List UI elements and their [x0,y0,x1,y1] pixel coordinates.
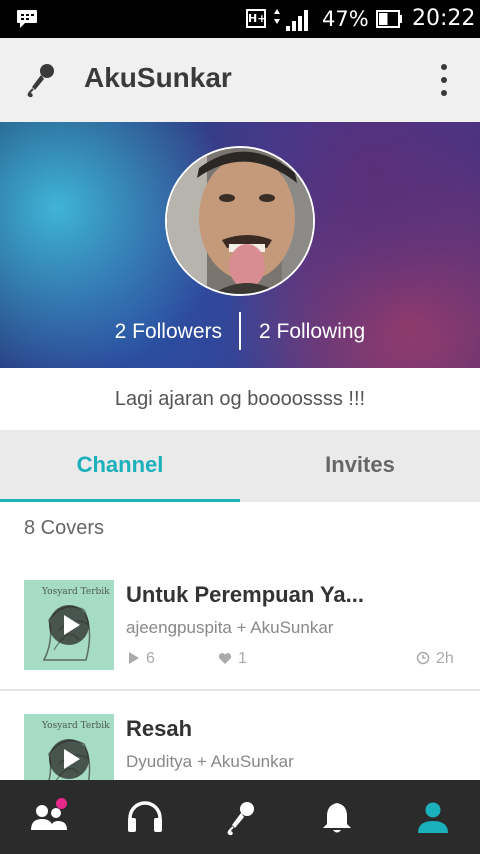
cover-title: Untuk Perempuan Ya... [126,582,365,607]
stats-divider [239,312,241,350]
cover-artists: ajeengpuspita + AkuSunkar [126,618,334,637]
cover-age: 2h [416,650,454,668]
cover-title: Resah [126,716,193,741]
status-bar: H+ 47% 20:22 [0,0,480,38]
cover-artists: Dyuditya + AkuSunkar [126,752,294,771]
tab-bar: Channel Invites [0,430,480,502]
network-type: H+ [246,9,266,28]
clock: 20:22 [412,6,476,31]
nav-notifications[interactable] [288,780,384,854]
plays-count: 6 [128,650,155,668]
cover-thumbnail[interactable]: Yosyard Terbik [24,580,114,670]
age-value: 2h [436,650,454,667]
battery-percent: 47% [322,7,369,31]
nav-people[interactable] [0,780,96,854]
profile-bio: Lagi ajaran og boooossss !!! [0,368,480,430]
followers-count[interactable]: 2 Followers [115,320,222,344]
bbm-icon [17,10,37,28]
list-item[interactable]: Yosyard Terbik Untuk Perempuan Ya... aje… [0,580,480,704]
profile-icon [418,802,448,833]
play-icon[interactable] [49,739,89,779]
nav-profile[interactable] [384,780,480,854]
play-icon[interactable] [49,605,89,645]
microphone-icon [227,802,254,836]
microphone-icon[interactable] [24,62,58,98]
profile-header: 2 Followers 2 Following [0,122,480,368]
tab-channel-label: Channel [76,452,164,477]
nav-listen[interactable] [96,780,192,854]
tab-channel[interactable]: Channel [0,430,240,502]
svg-text:Yosyard Terbik: Yosyard Terbik [41,587,110,597]
tab-invites-label: Invites [325,452,395,477]
battery-icon [376,10,402,28]
page-title: AkuSunkar [84,62,232,93]
avatar[interactable] [165,146,315,296]
tab-invites[interactable]: Invites [240,430,480,502]
clock-icon [416,651,430,665]
signal-icon [274,9,308,31]
likes-value: 1 [238,650,247,667]
play-count-icon [129,652,139,664]
nav-sing[interactable] [192,780,288,854]
headphones-icon [128,801,162,832]
heart-icon [218,653,232,664]
notification-badge [56,798,67,809]
more-vert-icon[interactable] [432,60,456,100]
likes-count: 1 [218,650,247,668]
bell-icon [323,803,351,833]
bottom-nav [0,780,480,854]
plays-value: 6 [146,650,155,667]
following-count[interactable]: 2 Following [259,320,365,344]
divider [0,689,480,691]
app-bar: AkuSunkar [0,38,480,122]
covers-count: 8 Covers [24,517,105,539]
svg-text:Yosyard Terbik: Yosyard Terbik [41,721,110,731]
follow-stats: 2 Followers 2 Following [0,312,480,352]
tab-indicator [0,499,240,502]
